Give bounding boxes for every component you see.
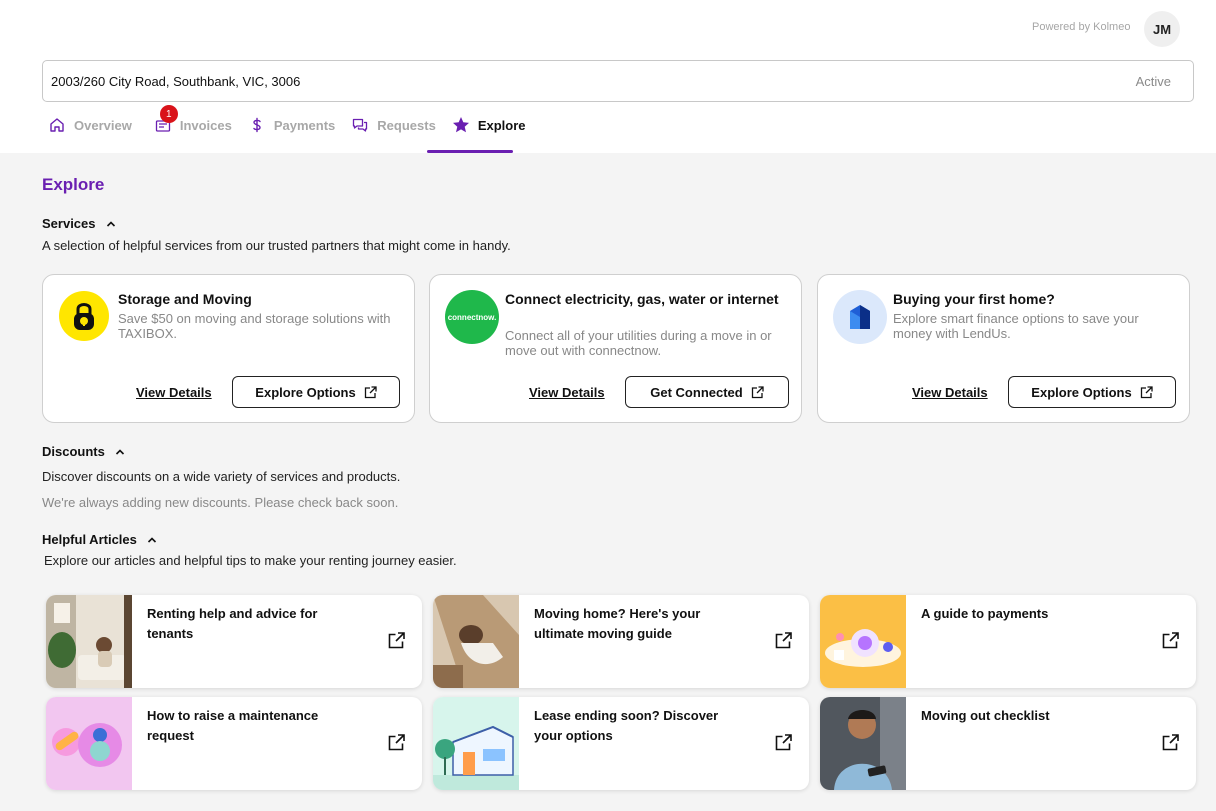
home-icon <box>48 116 66 134</box>
external-link-icon <box>364 385 377 399</box>
connectnow-logo: connectnow. <box>445 290 499 344</box>
service-title: Buying your first home? <box>893 291 1055 307</box>
view-details-link[interactable]: View Details <box>529 385 605 400</box>
service-description: Connect all of your utilities during a m… <box>505 328 772 358</box>
discounts-description: Discover discounts on a wide variety of … <box>42 469 401 484</box>
button-label: Explore Options <box>255 384 356 400</box>
tab-overview-label: Overview <box>74 117 132 133</box>
service-title: Connect electricity, gas, water or inter… <box>505 291 779 307</box>
service-description: Explore smart finance options to save yo… <box>893 311 1139 341</box>
external-link-icon <box>1140 385 1153 399</box>
invoices-badge: 1 <box>159 105 178 123</box>
user-avatar[interactable]: JM <box>1144 11 1180 47</box>
view-details-link[interactable]: View Details <box>912 385 988 400</box>
service-card-utilities: connectnow. Connect electricity, gas, wa… <box>429 274 802 423</box>
discounts-section-toggle[interactable]: Discounts <box>42 444 125 459</box>
tab-overview[interactable]: Overview <box>48 111 132 139</box>
external-link-icon <box>775 632 792 649</box>
articles-section-toggle[interactable]: Helpful Articles <box>42 532 157 547</box>
lendus-logo <box>833 290 887 344</box>
services-section-toggle[interactable]: Services <box>42 216 116 231</box>
article-card[interactable]: Moving out checklist <box>820 697 1196 790</box>
services-heading: Services <box>42 216 96 231</box>
article-image-house <box>433 697 519 790</box>
article-image-person <box>820 697 906 790</box>
button-label: Get Connected <box>650 384 743 400</box>
nav-tabs: Overview 1 Invoices Payments Requests Ex… <box>48 105 542 153</box>
article-title: A guide to payments <box>921 606 1049 621</box>
padlock-icon <box>59 291 109 341</box>
view-details-link[interactable]: View Details <box>136 385 212 400</box>
chevron-up-icon <box>115 447 125 457</box>
service-description: Save $50 on moving and storage solutions… <box>118 311 391 341</box>
discounts-heading: Discounts <box>42 444 105 459</box>
dollar-icon <box>248 116 266 134</box>
services-description: A selection of helpful services from our… <box>42 238 511 253</box>
tab-explore[interactable]: Explore <box>452 111 526 139</box>
article-card[interactable]: How to raise a maintenance request <box>46 697 422 790</box>
chat-icon <box>351 116 369 134</box>
external-link-icon <box>751 385 764 399</box>
page-title: Explore <box>42 175 105 194</box>
article-image-payments <box>820 595 906 688</box>
article-title: Moving home? Here's your ultimate moving… <box>534 606 701 641</box>
article-title: Renting help and advice for tenants <box>147 606 318 641</box>
explore-options-button[interactable]: Explore Options <box>1008 376 1176 408</box>
chevron-up-icon <box>147 535 157 545</box>
articles-description: Explore our articles and helpful tips to… <box>44 553 457 568</box>
tab-invoices-label: Invoices <box>179 117 232 133</box>
tab-payments[interactable]: Payments <box>248 111 335 139</box>
tab-invoices[interactable]: 1 Invoices <box>154 105 232 139</box>
article-image-maintenance <box>46 697 132 790</box>
service-card-home-loan: Buying your first home? Explore smart fi… <box>817 274 1190 423</box>
tab-payments-label: Payments <box>273 117 336 133</box>
articles-heading: Helpful Articles <box>42 532 137 547</box>
discounts-empty-note: We're always adding new discounts. Pleas… <box>42 495 399 510</box>
article-title: Lease ending soon? Discover your options <box>534 708 719 743</box>
article-title: Moving out checklist <box>921 708 1050 723</box>
article-image-living-room <box>46 595 132 688</box>
property-selector[interactable]: 2003/260 City Road, Southbank, VIC, 3006… <box>42 60 1194 102</box>
external-link-icon <box>388 632 405 649</box>
article-card[interactable]: A guide to payments <box>820 595 1196 688</box>
tab-requests-label: Requests <box>377 117 436 133</box>
external-link-icon <box>1162 632 1179 649</box>
article-card[interactable]: Moving home? Here's your ultimate moving… <box>433 595 809 688</box>
active-tab-indicator <box>427 150 513 153</box>
service-card-storage: Storage and Moving Save $50 on moving an… <box>42 274 415 423</box>
article-card[interactable]: Lease ending soon? Discover your options <box>433 697 809 790</box>
get-connected-button[interactable]: Get Connected <box>625 376 789 408</box>
article-title: How to raise a maintenance request <box>147 708 319 743</box>
star-icon <box>452 116 470 134</box>
service-title: Storage and Moving <box>118 291 252 307</box>
property-address: 2003/260 City Road, Southbank, VIC, 3006 <box>51 73 301 89</box>
property-status: Active <box>1135 73 1171 89</box>
tab-explore-label: Explore <box>477 117 526 133</box>
article-card[interactable]: Renting help and advice for tenants <box>46 595 422 688</box>
powered-by-text: Powered by Kolmeo <box>1032 21 1131 33</box>
external-link-icon <box>1162 734 1179 751</box>
explore-options-button[interactable]: Explore Options <box>232 376 400 408</box>
tab-requests[interactable]: Requests <box>351 111 436 139</box>
article-image-moving <box>433 595 519 688</box>
external-link-icon <box>775 734 792 751</box>
chevron-up-icon <box>106 219 116 229</box>
button-label: Explore Options <box>1031 384 1132 400</box>
top-bar: Powered by Kolmeo JM 2003/260 City Road,… <box>0 0 1216 153</box>
external-link-icon <box>388 734 405 751</box>
